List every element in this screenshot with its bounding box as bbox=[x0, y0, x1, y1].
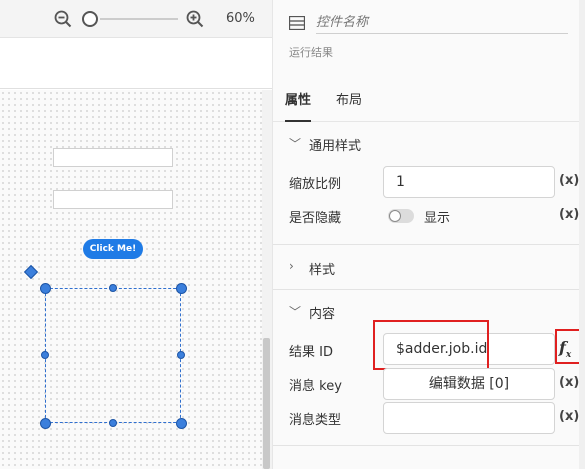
section-divider bbox=[273, 244, 585, 245]
resize-handle-right[interactable] bbox=[177, 351, 185, 359]
hidden-toggle-text: 显示 bbox=[424, 211, 451, 226]
toggle-knob bbox=[389, 210, 401, 222]
canvas-input-widget-2[interactable] bbox=[53, 190, 173, 209]
canvas-input-widget-1[interactable] bbox=[53, 148, 173, 167]
zoom-out-icon[interactable] bbox=[54, 10, 72, 28]
chevron-down-icon: ﹀ bbox=[289, 137, 302, 151]
chevron-right-icon: › bbox=[289, 259, 294, 273]
section-divider bbox=[273, 445, 585, 446]
hidden-expression-toggle[interactable]: (x) bbox=[559, 207, 579, 222]
canvas-header-strip bbox=[0, 39, 272, 89]
hidden-label: 是否隐藏 bbox=[289, 211, 342, 226]
section-content-title: 内容 bbox=[309, 307, 336, 322]
canvas-vertical-scrollbar[interactable] bbox=[262, 90, 272, 469]
selected-widget-outline[interactable] bbox=[45, 288, 181, 423]
section-style-header[interactable]: › 样式 bbox=[273, 255, 585, 281]
zoom-in-icon[interactable] bbox=[186, 10, 204, 28]
resize-handle-bottom-right[interactable] bbox=[176, 418, 187, 429]
edit-data-button[interactable]: 编辑数据 [0] bbox=[383, 368, 555, 400]
tab-properties[interactable]: 属性 bbox=[285, 89, 312, 122]
resize-handle-top-left[interactable] bbox=[40, 283, 51, 294]
section-divider bbox=[273, 289, 585, 290]
message-key-label: 消息 key bbox=[289, 379, 342, 394]
widget-name-row bbox=[273, 0, 585, 48]
panel-vertical-scrollbar[interactable] bbox=[579, 0, 585, 469]
section-general-title: 通用样式 bbox=[309, 139, 362, 154]
scale-label: 缩放比例 bbox=[289, 177, 342, 192]
chevron-down-icon: ﹀ bbox=[289, 305, 302, 319]
hidden-toggle-switch[interactable] bbox=[388, 209, 414, 223]
message-key-expression-toggle[interactable]: (x) bbox=[559, 375, 579, 390]
resize-handle-top-right[interactable] bbox=[176, 283, 187, 294]
scale-expression-toggle[interactable]: (x) bbox=[559, 173, 579, 188]
section-general-header[interactable]: ﹀ 通用样式 bbox=[273, 131, 585, 157]
panel-tabs: 属性 布局 bbox=[273, 72, 585, 122]
highlight-box-result-id bbox=[373, 320, 489, 370]
message-type-label: 消息类型 bbox=[289, 413, 342, 428]
properties-panel: 运行结果 属性 布局 ﹀ 通用样式 缩放比例 1 (x) 是否隐藏 显示 (x)… bbox=[272, 0, 585, 469]
message-type-input[interactable] bbox=[383, 402, 555, 434]
scale-input[interactable]: 1 bbox=[383, 166, 555, 198]
canvas-scroll-thumb[interactable] bbox=[263, 338, 270, 469]
zoom-slider-track[interactable] bbox=[100, 18, 178, 20]
zoom-toolbar: 60% bbox=[0, 0, 272, 38]
list-icon bbox=[289, 16, 305, 30]
tab-layout[interactable]: 布局 bbox=[336, 89, 362, 108]
message-type-expression-toggle[interactable]: (x) bbox=[559, 409, 579, 424]
zoom-level: 60% bbox=[226, 11, 255, 26]
design-canvas-area: 60% Click Me! bbox=[0, 0, 272, 469]
section-style-title: 样式 bbox=[309, 263, 336, 278]
result-id-label: 结果 ID bbox=[289, 345, 333, 360]
zoom-slider-handle[interactable] bbox=[82, 11, 98, 27]
widget-name-input[interactable] bbox=[316, 12, 568, 34]
canvas-click-me-button[interactable]: Click Me! bbox=[83, 239, 143, 259]
resize-handle-left[interactable] bbox=[41, 351, 49, 359]
resize-handle-bottom[interactable] bbox=[109, 419, 117, 427]
resize-handle-top[interactable] bbox=[109, 284, 117, 292]
widget-subtitle: 运行结果 bbox=[289, 46, 333, 59]
resize-handle-bottom-left[interactable] bbox=[40, 418, 51, 429]
